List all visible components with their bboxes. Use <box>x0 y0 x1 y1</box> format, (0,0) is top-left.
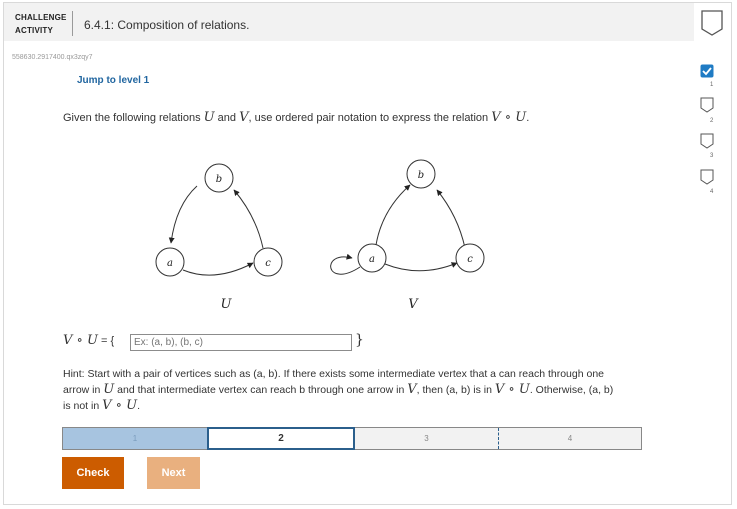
hint-part: , then (a, b) is in <box>416 384 495 396</box>
level-3-segment[interactable]: 3 <box>355 428 499 449</box>
math-V-compose-U: V ∘ U <box>494 382 530 397</box>
activity-title: 6.4.1: Composition of relations. <box>84 18 250 32</box>
next-button[interactable]: Next <box>147 457 200 489</box>
question-part: . <box>526 112 530 124</box>
completion-shield-icon <box>701 10 723 36</box>
level-4-segment[interactable]: 4 <box>499 428 641 449</box>
answer-close-brace: } <box>355 332 364 348</box>
answer-input[interactable] <box>130 334 352 351</box>
side-level-num: 4 <box>710 189 714 195</box>
side-level-num: 2 <box>710 118 714 124</box>
check-button[interactable]: Check <box>62 457 124 489</box>
hint-part: and that intermediate vertex can reach b… <box>114 384 408 396</box>
math-V-compose-U: V ∘ U <box>102 398 138 413</box>
math-U: U <box>203 110 215 125</box>
question-part: , use ordered pair notation to express t… <box>248 112 492 124</box>
activity-type-label: CHALLENGE ACTIVITY <box>15 11 67 37</box>
activity-code: 558630.2917400.qx3zqy7 <box>12 54 93 61</box>
level-1-segment[interactable]: 1 <box>63 428 207 449</box>
level-2-segment[interactable]: 2 <box>207 427 355 450</box>
level-3-shield-icon[interactable] <box>700 133 714 149</box>
level-1-complete-icon[interactable] <box>700 64 714 78</box>
jump-to-level-link[interactable]: Jump to level 1 <box>77 75 149 86</box>
activity-type-line1: CHALLENGE <box>15 13 67 22</box>
level-2-shield-icon[interactable] <box>700 97 714 113</box>
math-V-compose-U: V ∘ U <box>491 110 527 125</box>
side-level-num: 1 <box>710 82 714 88</box>
question-text: Given the following relations U and V, u… <box>63 110 529 125</box>
level-4-shield-icon[interactable] <box>700 169 714 185</box>
answer-lhs: V ∘ U = { <box>63 333 114 348</box>
math-V-compose-U: V ∘ U <box>63 333 98 348</box>
math-U: U <box>103 382 115 397</box>
activity-type-line2: ACTIVITY <box>15 26 54 35</box>
header-divider <box>72 11 73 36</box>
answer-equals-brace: = { <box>97 335 115 347</box>
side-level-num: 3 <box>710 153 714 159</box>
hint-part: . <box>137 400 141 412</box>
question-part: and <box>214 112 240 124</box>
hint-text: Hint: Start with a pair of vertices such… <box>63 367 623 414</box>
question-part: Given the following relations <box>63 112 204 124</box>
math-V: V <box>407 382 417 397</box>
level-progress-bar: 1 2 3 4 <box>62 427 642 450</box>
activity-header: CHALLENGE ACTIVITY 6.4.1: Composition of… <box>4 3 694 41</box>
